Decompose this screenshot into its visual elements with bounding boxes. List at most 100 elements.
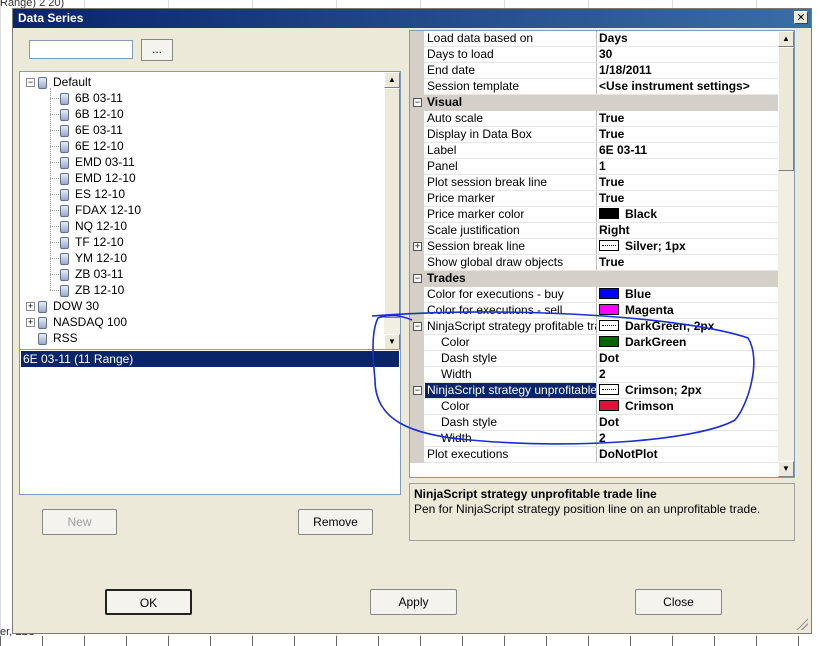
property-row[interactable]: Show global draw objects True xyxy=(410,255,780,271)
property-value[interactable]: True xyxy=(597,127,779,142)
series-list-item[interactable]: 6E 03-11 (11 Range) xyxy=(21,351,399,367)
property-value[interactable]: Black xyxy=(597,207,779,222)
ok-button[interactable]: OK xyxy=(105,589,192,615)
instrument-search-input[interactable] xyxy=(29,40,133,59)
property-row[interactable]: Plot executions DoNotPlot xyxy=(410,447,780,463)
property-value[interactable]: 2 xyxy=(597,431,779,446)
property-row[interactable]: + Session break line Silver; 1px xyxy=(410,239,780,255)
property-row[interactable]: Color DarkGreen xyxy=(410,335,780,351)
scroll-up-icon[interactable]: ▲ xyxy=(778,31,794,47)
tree-group-0[interactable]: − Default xyxy=(26,74,91,90)
property-row[interactable]: Price marker True xyxy=(410,191,780,207)
expand-icon[interactable]: + xyxy=(26,318,35,328)
property-category[interactable]: − Trades xyxy=(410,271,780,287)
close-icon[interactable]: ✕ xyxy=(794,11,808,24)
property-row[interactable]: Days to load 30 xyxy=(410,47,780,63)
property-value[interactable]: DarkGreen; 2px xyxy=(597,319,779,334)
property-name: Color xyxy=(425,335,597,350)
scroll-thumb[interactable] xyxy=(384,88,400,318)
tree-item-11[interactable]: ZB 03-11 xyxy=(60,266,123,282)
tree-item-5[interactable]: EMD 12-10 xyxy=(60,170,136,186)
browse-button[interactable]: ... xyxy=(141,39,173,61)
property-category[interactable]: − Visual xyxy=(410,95,780,111)
property-value[interactable]: Dot xyxy=(597,351,779,366)
new-button[interactable]: New xyxy=(42,509,117,535)
property-value[interactable]: 2 xyxy=(597,367,779,382)
property-value[interactable]: Right xyxy=(597,223,779,238)
property-grid-scrollbar[interactable]: ▲ ▼ xyxy=(778,31,794,477)
tree-group-1[interactable]: + DOW 30 xyxy=(26,298,99,314)
property-value[interactable]: 1/18/2011 xyxy=(597,63,779,78)
collapse-icon[interactable]: − xyxy=(413,274,422,283)
property-value[interactable]: Silver; 1px xyxy=(597,239,779,254)
scroll-thumb[interactable] xyxy=(778,47,794,171)
property-value[interactable]: Days xyxy=(597,31,779,46)
tree-item-3[interactable]: 6E 12-10 xyxy=(60,138,124,154)
collapse-icon[interactable]: − xyxy=(413,322,422,331)
scroll-down-icon[interactable]: ▼ xyxy=(384,334,400,350)
property-row[interactable]: Load data based on Days xyxy=(410,31,780,47)
tree-item-12[interactable]: ZB 12-10 xyxy=(60,282,124,298)
property-value[interactable]: True xyxy=(597,191,779,206)
tree-group-3[interactable]: RSS xyxy=(26,330,78,346)
property-row[interactable]: −NinjaScript strategy unprofitable trade… xyxy=(410,383,780,399)
property-row[interactable]: Width 2 xyxy=(410,367,780,383)
remove-button[interactable]: Remove xyxy=(298,509,373,535)
collapse-icon[interactable]: − xyxy=(413,386,422,395)
property-value[interactable]: <Use instrument settings> xyxy=(597,79,779,94)
property-row[interactable]: Scale justification Right xyxy=(410,223,780,239)
property-value[interactable]: True xyxy=(597,255,779,270)
tree-item-4[interactable]: EMD 03-11 xyxy=(60,154,135,170)
property-row[interactable]: Dash style Dot xyxy=(410,415,780,431)
instrument-tree[interactable]: − Default 6B 03-11 6B 12-10 6E 03-11 6E 12-10… xyxy=(19,71,401,351)
property-row[interactable]: Display in Data Box True xyxy=(410,127,780,143)
scroll-up-icon[interactable]: ▲ xyxy=(384,72,400,88)
scroll-down-icon[interactable]: ▼ xyxy=(778,461,794,477)
tree-scrollbar[interactable]: ▲ ▼ xyxy=(384,72,400,350)
property-value[interactable]: Magenta xyxy=(597,303,779,318)
property-row[interactable]: Color for executions - sell Magenta xyxy=(410,303,780,319)
property-value[interactable]: Crimson; 2px xyxy=(597,383,779,398)
collapse-icon[interactable]: − xyxy=(413,98,422,107)
property-row[interactable]: Auto scale True xyxy=(410,111,780,127)
property-grid[interactable]: Load data based on Days Days to load 30 End … xyxy=(409,30,795,478)
tree-item-2[interactable]: 6E 03-11 xyxy=(60,122,123,138)
property-row[interactable]: Plot session break line True xyxy=(410,175,780,191)
tree-item-6[interactable]: ES 12-10 xyxy=(60,186,125,202)
property-value[interactable]: Blue xyxy=(597,287,779,302)
property-row[interactable]: Color for executions - buy Blue xyxy=(410,287,780,303)
property-row[interactable]: Panel 1 xyxy=(410,159,780,175)
tree-item-9[interactable]: TF 12-10 xyxy=(60,234,124,250)
property-value[interactable]: True xyxy=(597,175,779,190)
collapse-icon[interactable]: − xyxy=(26,78,35,88)
property-value[interactable]: Crimson xyxy=(597,399,779,414)
property-value[interactable]: 30 xyxy=(597,47,779,62)
tree-item-1[interactable]: 6B 12-10 xyxy=(60,106,124,122)
expand-icon[interactable]: + xyxy=(413,242,422,251)
apply-button[interactable]: Apply xyxy=(370,589,457,615)
property-value[interactable]: DoNotPlot xyxy=(597,447,779,462)
property-row[interactable]: End date 1/18/2011 xyxy=(410,63,780,79)
tree-item-10[interactable]: YM 12-10 xyxy=(60,250,127,266)
property-value[interactable]: 1 xyxy=(597,159,779,174)
property-value[interactable]: DarkGreen xyxy=(597,335,779,350)
property-row[interactable]: Color Crimson xyxy=(410,399,780,415)
property-row[interactable]: Session template <Use instrument settings… xyxy=(410,79,780,95)
property-value[interactable]: Dot xyxy=(597,415,779,430)
property-value[interactable]: True xyxy=(597,111,779,126)
property-row[interactable]: Width 2 xyxy=(410,431,780,447)
tree-item-8[interactable]: NQ 12-10 xyxy=(60,218,127,234)
tree-group-2[interactable]: + NASDAQ 100 xyxy=(26,314,127,330)
resize-grip-icon[interactable] xyxy=(796,618,808,630)
property-row[interactable]: −NinjaScript strategy profitable trade l… xyxy=(410,319,780,335)
tree-item-0[interactable]: 6B 03-11 xyxy=(60,90,123,106)
property-row[interactable]: Price marker color Black xyxy=(410,207,780,223)
expand-icon[interactable]: + xyxy=(26,302,35,312)
close-button[interactable]: Close xyxy=(635,589,722,615)
selected-series-list[interactable]: 6E 03-11 (11 Range) xyxy=(19,349,401,495)
property-value[interactable]: 6E 03-11 xyxy=(597,143,779,158)
tree-item-7[interactable]: FDAX 12-10 xyxy=(60,202,141,218)
tree-item-label: ES 12-10 xyxy=(75,187,126,201)
property-row[interactable]: Dash style Dot xyxy=(410,351,780,367)
property-row[interactable]: Label 6E 03-11 xyxy=(410,143,780,159)
